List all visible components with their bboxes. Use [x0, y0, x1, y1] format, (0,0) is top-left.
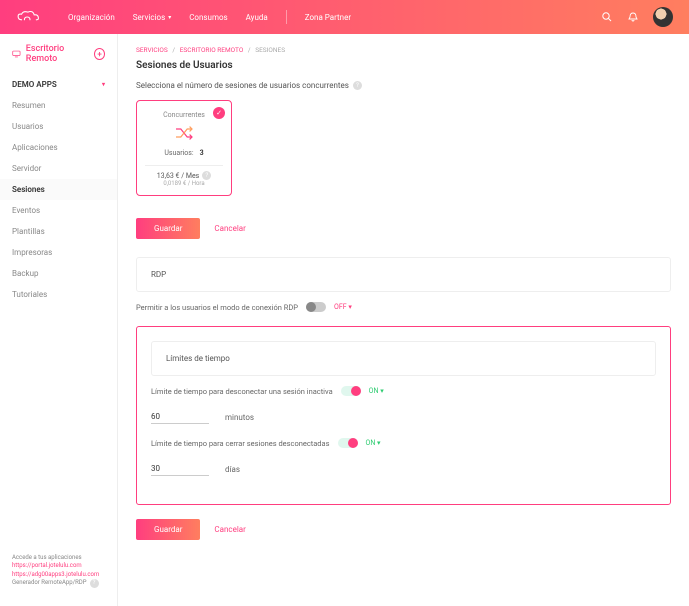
rdp-toggle[interactable]: [306, 302, 326, 312]
select-heading: Selecciona el número de sesiones de usua…: [136, 81, 671, 90]
inactive-value-input[interactable]: [151, 410, 209, 424]
closed-row: Límite de tiempo para cerrar sesiones de…: [151, 438, 656, 448]
breadcrumb: SERVICIOS / ESCRITORIO REMOTO / SESIONES: [136, 46, 671, 54]
sidebar-item-aplicaciones[interactable]: Aplicaciones: [0, 137, 117, 158]
sidebar-item-backup[interactable]: Backup: [0, 263, 117, 284]
nav-organizacion[interactable]: Organización: [68, 10, 115, 24]
nav-servicios[interactable]: Servicios▾: [133, 10, 171, 24]
desktop-icon: [12, 49, 21, 59]
help-icon[interactable]: ?: [90, 579, 99, 588]
rdp-toggle-row: Permitir a los usuarios el modo de conex…: [136, 302, 671, 312]
users-value: 3: [200, 149, 204, 157]
sidebar-item-sesiones[interactable]: Sesiones: [0, 179, 117, 200]
page-title: Sesiones de Usuarios: [136, 60, 671, 71]
card-title: Concurrentes: [145, 111, 223, 119]
sidebar-nav: Resumen Usuarios Aplicaciones Servidor S…: [0, 95, 117, 305]
search-icon[interactable]: [601, 11, 613, 23]
sidebar-item-plantillas[interactable]: Plantillas: [0, 221, 117, 242]
footer-generator[interactable]: Generador RemoteApp/RDP: [12, 579, 87, 587]
concurrent-card[interactable]: ✓ Concurrentes Usuarios: 3 13,63 € / Mes…: [136, 100, 232, 196]
closed-unit: días: [225, 465, 240, 474]
closed-label: Límite de tiempo para cerrar sesiones de…: [151, 439, 330, 448]
sidebar-item-resumen[interactable]: Resumen: [0, 95, 117, 116]
sidebar-item-impresoras[interactable]: Impresoras: [0, 242, 117, 263]
sidebar-section-label: DEMO APPS: [12, 80, 57, 89]
sidebar-item-servidor[interactable]: Servidor: [0, 158, 117, 179]
rdp-allow-label: Permitir a los usuarios el modo de conex…: [136, 303, 298, 312]
footer-heading: Accede a tus aplicaciones: [12, 554, 105, 562]
bell-icon[interactable]: [627, 11, 639, 23]
crumb-escritorio[interactable]: ESCRITORIO REMOTO: [180, 46, 244, 54]
avatar[interactable]: [653, 7, 673, 27]
save-button[interactable]: Guardar: [136, 218, 200, 239]
closed-toggle-state: ON ▾: [366, 439, 381, 447]
check-icon: ✓: [213, 107, 225, 119]
chevron-down-icon: ▾: [168, 14, 171, 21]
price-month: 13,63 € / Mes: [157, 172, 200, 180]
top-icons: [601, 7, 673, 27]
sidebar-section[interactable]: DEMO APPS ▾: [0, 74, 117, 95]
crumb-servicios[interactable]: SERVICIOS: [136, 46, 168, 54]
time-limits-block: Límites de tiempo Límite de tiempo para …: [136, 326, 671, 505]
logo: [16, 9, 44, 25]
crumb-sesiones: SESIONES: [255, 46, 285, 54]
topbar: Organización Servicios▾ Consumos Ayuda Z…: [0, 0, 689, 34]
users-label: Usuarios:: [164, 149, 193, 157]
price-hour: 0,0189 € / Hora: [145, 180, 223, 187]
select-heading-text: Selecciona el número de sesiones de usua…: [136, 81, 349, 90]
top-nav: Organización Servicios▾ Consumos Ayuda Z…: [68, 10, 351, 24]
nav-ayuda[interactable]: Ayuda: [246, 10, 268, 24]
nav-zona-partner[interactable]: Zona Partner: [305, 10, 351, 24]
help-icon[interactable]: ?: [353, 81, 362, 90]
chevron-down-icon: ▾: [102, 81, 105, 88]
limits-panel: Límites de tiempo: [151, 341, 656, 376]
nav-servicios-label: Servicios: [133, 13, 165, 22]
closed-value-input[interactable]: [151, 462, 209, 476]
add-button[interactable]: +: [94, 48, 105, 60]
inactive-toggle[interactable]: [341, 386, 361, 396]
rdp-panel: RDP: [136, 257, 671, 292]
sidebar: Escritorio Remoto + DEMO APPS ▾ Resumen …: [0, 34, 118, 606]
footer-link-1[interactable]: https://portal.jotelulu.com: [12, 562, 105, 570]
inactive-toggle-state: ON ▾: [369, 387, 384, 395]
nav-consumos[interactable]: Consumos: [189, 10, 227, 24]
rdp-toggle-state: OFF ▾: [334, 303, 352, 311]
sidebar-item-eventos[interactable]: Eventos: [0, 200, 117, 221]
cancel-button[interactable]: Cancelar: [214, 224, 245, 233]
inactive-unit: minutos: [225, 413, 254, 422]
closed-toggle[interactable]: [338, 438, 358, 448]
sidebar-header: Escritorio Remoto +: [0, 44, 117, 74]
footer-link-2[interactable]: https://adg00apps3.jotelulu.com: [12, 571, 105, 579]
help-icon[interactable]: ?: [202, 171, 211, 180]
inactive-label: Límite de tiempo para desconectar una se…: [151, 387, 333, 396]
inactive-row: Límite de tiempo para desconectar una se…: [151, 386, 656, 396]
content: SERVICIOS / ESCRITORIO REMOTO / SESIONES…: [118, 34, 689, 606]
sidebar-title: Escritorio Remoto: [26, 44, 89, 64]
sidebar-item-usuarios[interactable]: Usuarios: [0, 116, 117, 137]
cancel-button-2[interactable]: Cancelar: [214, 525, 245, 534]
sidebar-footer: Accede a tus aplicaciones https://portal…: [0, 546, 117, 596]
nav-divider: [286, 10, 287, 24]
shuffle-icon: [174, 125, 194, 141]
sidebar-item-tutoriales[interactable]: Tutoriales: [0, 284, 117, 305]
save-button-2[interactable]: Guardar: [136, 519, 200, 540]
